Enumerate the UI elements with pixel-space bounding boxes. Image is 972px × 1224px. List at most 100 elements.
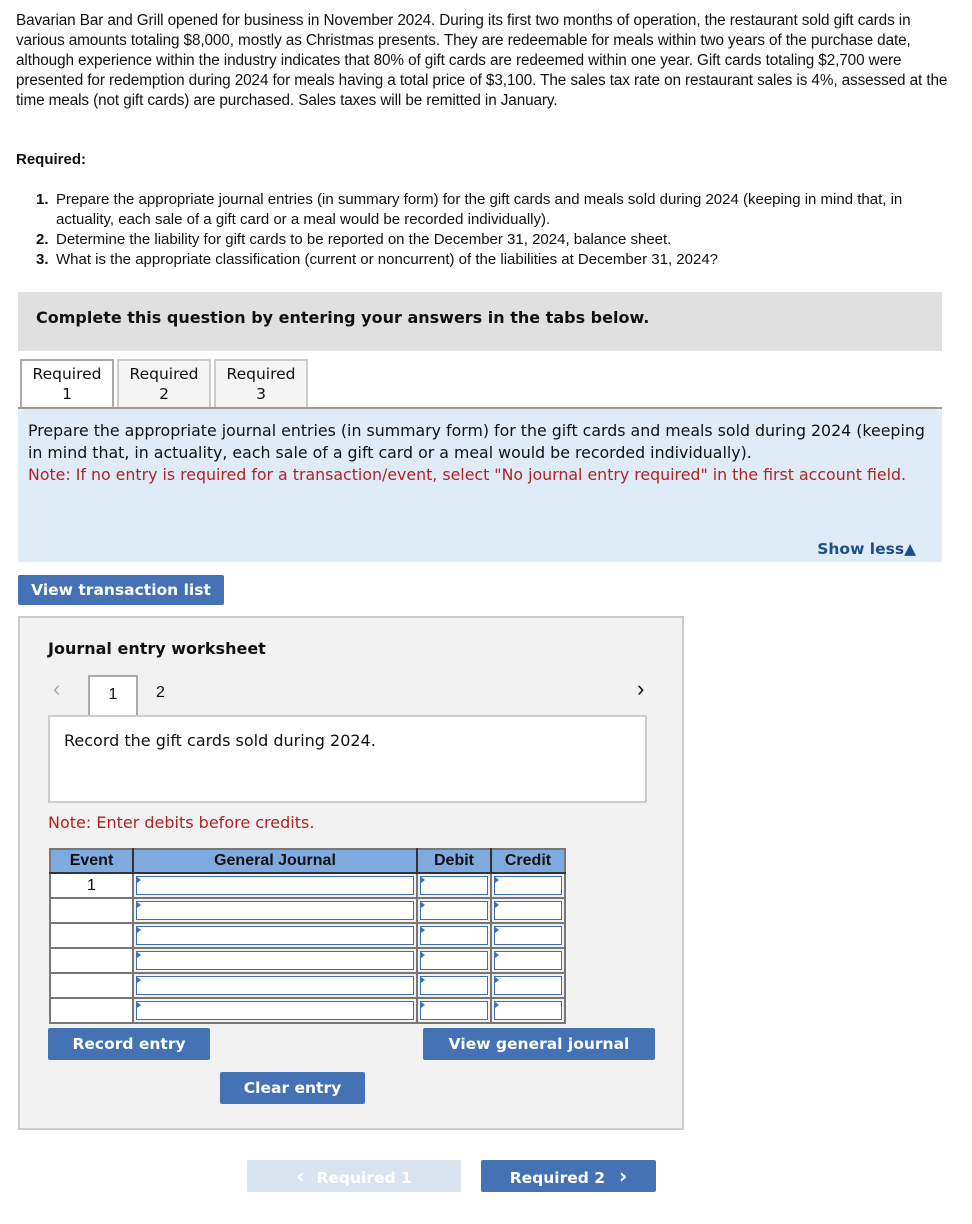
event-cell bbox=[49, 897, 133, 923]
debit-cell bbox=[416, 972, 491, 998]
credit-cell bbox=[490, 922, 565, 948]
instruction-text: Prepare the appropriate journal entries … bbox=[28, 421, 925, 462]
journal-table: Event General Journal Debit Credit 1 bbox=[49, 848, 566, 1024]
tab-instructions: Prepare the appropriate journal entries … bbox=[18, 409, 942, 562]
record-entry-button[interactable]: Record entry bbox=[48, 1028, 210, 1060]
credit-input[interactable] bbox=[494, 1001, 562, 1020]
account-input[interactable] bbox=[136, 876, 414, 895]
worksheet-page-2[interactable]: 2 bbox=[156, 684, 165, 702]
credit-cell bbox=[490, 997, 565, 1023]
credit-input[interactable] bbox=[494, 926, 562, 945]
account-cell bbox=[132, 872, 417, 898]
tab-number: 2 bbox=[159, 385, 169, 403]
account-input[interactable] bbox=[136, 926, 414, 945]
chevron-right-icon: › bbox=[619, 1164, 628, 1188]
entry-description-box: Record the gift cards sold during 2024. bbox=[48, 715, 647, 803]
tab-label: Required bbox=[226, 365, 296, 383]
previous-required-label: Required 1 bbox=[316, 1169, 412, 1187]
debit-input[interactable] bbox=[420, 1001, 488, 1020]
clear-entry-button[interactable]: Clear entry bbox=[220, 1072, 365, 1104]
requirement-item: 2. Determine the liability for gift cards… bbox=[36, 230, 961, 250]
requirement-text: What is the appropriate classification (… bbox=[56, 251, 718, 268]
credit-input[interactable] bbox=[494, 901, 562, 920]
tab-label: Required bbox=[129, 365, 199, 383]
column-header-event: Event bbox=[50, 849, 134, 874]
banner-text: Complete this question by entering your … bbox=[36, 308, 650, 327]
debit-input[interactable] bbox=[420, 901, 488, 920]
credit-input[interactable] bbox=[494, 976, 562, 995]
chevron-right-icon[interactable]: › bbox=[637, 676, 644, 702]
debit-input[interactable] bbox=[420, 926, 488, 945]
event-cell bbox=[49, 997, 133, 1023]
account-cell bbox=[132, 922, 417, 948]
credit-input[interactable] bbox=[494, 951, 562, 970]
account-input[interactable] bbox=[136, 976, 414, 995]
next-required-button[interactable]: Required 2 › bbox=[481, 1160, 656, 1192]
required-heading: Required: bbox=[16, 151, 87, 168]
journal-table-header: Event General Journal Debit Credit bbox=[50, 849, 565, 874]
requirement-number: 3. bbox=[36, 251, 49, 268]
account-cell bbox=[132, 972, 417, 998]
journal-row: 1 bbox=[49, 872, 565, 898]
next-required-label: Required 2 bbox=[509, 1169, 606, 1187]
debit-cell bbox=[416, 897, 491, 923]
credit-cell bbox=[490, 872, 565, 898]
debit-input[interactable] bbox=[420, 976, 488, 995]
chevron-left-icon[interactable]: ‹ bbox=[53, 676, 60, 702]
journal-entry-worksheet: Journal entry worksheet ‹ 1 2 › Record t… bbox=[18, 616, 684, 1130]
required-tabs: Required 1 Required 2 Required 3 bbox=[20, 359, 311, 409]
requirement-item: 3. What is the appropriate classification… bbox=[36, 250, 961, 270]
worksheet-page-1[interactable]: 1 bbox=[88, 675, 138, 715]
account-cell bbox=[132, 947, 417, 973]
requirement-text: Prepare the appropriate journal entries … bbox=[56, 191, 903, 228]
credit-cell bbox=[490, 972, 565, 998]
entry-description: Record the gift cards sold during 2024. bbox=[64, 731, 376, 750]
tab-label: Required bbox=[32, 365, 102, 383]
debit-input[interactable] bbox=[420, 876, 488, 895]
account-input[interactable] bbox=[136, 901, 414, 920]
show-less-link[interactable]: Show less▲ bbox=[817, 540, 916, 558]
account-cell bbox=[132, 897, 417, 923]
instructions-banner: Complete this question by entering your … bbox=[18, 292, 942, 351]
credit-cell bbox=[490, 947, 565, 973]
account-cell bbox=[132, 997, 417, 1023]
debit-cell bbox=[416, 997, 491, 1023]
instruction-note: Note: If no entry is required for a tran… bbox=[28, 465, 907, 484]
column-header-credit: Credit bbox=[490, 849, 565, 874]
debit-cell bbox=[416, 922, 491, 948]
requirement-text: Determine the liability for gift cards t… bbox=[56, 231, 672, 248]
debit-input[interactable] bbox=[420, 951, 488, 970]
tab-number: 1 bbox=[62, 385, 72, 403]
view-transaction-list-button[interactable]: View transaction list bbox=[18, 575, 224, 605]
problem-intro: Bavarian Bar and Grill opened for busine… bbox=[16, 12, 948, 109]
requirement-item: 1. Prepare the appropriate journal entrie… bbox=[36, 190, 961, 230]
credit-cell bbox=[490, 897, 565, 923]
debits-credits-note: Note: Enter debits before credits. bbox=[48, 813, 315, 832]
journal-row bbox=[49, 997, 565, 1023]
debit-cell bbox=[416, 872, 491, 898]
account-input[interactable] bbox=[136, 1001, 414, 1020]
tab-required-2[interactable]: Required 2 bbox=[117, 359, 211, 407]
tab-required-1[interactable]: Required 1 bbox=[20, 359, 114, 409]
event-cell: 1 bbox=[49, 872, 133, 898]
requirements-list: 1. Prepare the appropriate journal entrie… bbox=[36, 190, 961, 270]
requirement-number: 2. bbox=[36, 231, 49, 248]
chevron-left-icon: ‹ bbox=[296, 1164, 305, 1188]
journal-row bbox=[49, 947, 565, 973]
tab-required-3[interactable]: Required 3 bbox=[214, 359, 308, 407]
event-cell bbox=[49, 972, 133, 998]
column-header-general-journal: General Journal bbox=[132, 849, 418, 874]
view-general-journal-button[interactable]: View general journal bbox=[423, 1028, 655, 1060]
worksheet-title: Journal entry worksheet bbox=[48, 639, 266, 658]
journal-row bbox=[49, 922, 565, 948]
credit-input[interactable] bbox=[494, 876, 562, 895]
requirement-number: 1. bbox=[36, 191, 49, 208]
journal-row bbox=[49, 897, 565, 923]
event-cell bbox=[49, 922, 133, 948]
debit-cell bbox=[416, 947, 491, 973]
column-header-debit: Debit bbox=[416, 849, 492, 874]
account-input[interactable] bbox=[136, 951, 414, 970]
event-cell bbox=[49, 947, 133, 973]
journal-row bbox=[49, 972, 565, 998]
previous-required-button: ‹ Required 1 bbox=[247, 1160, 461, 1192]
